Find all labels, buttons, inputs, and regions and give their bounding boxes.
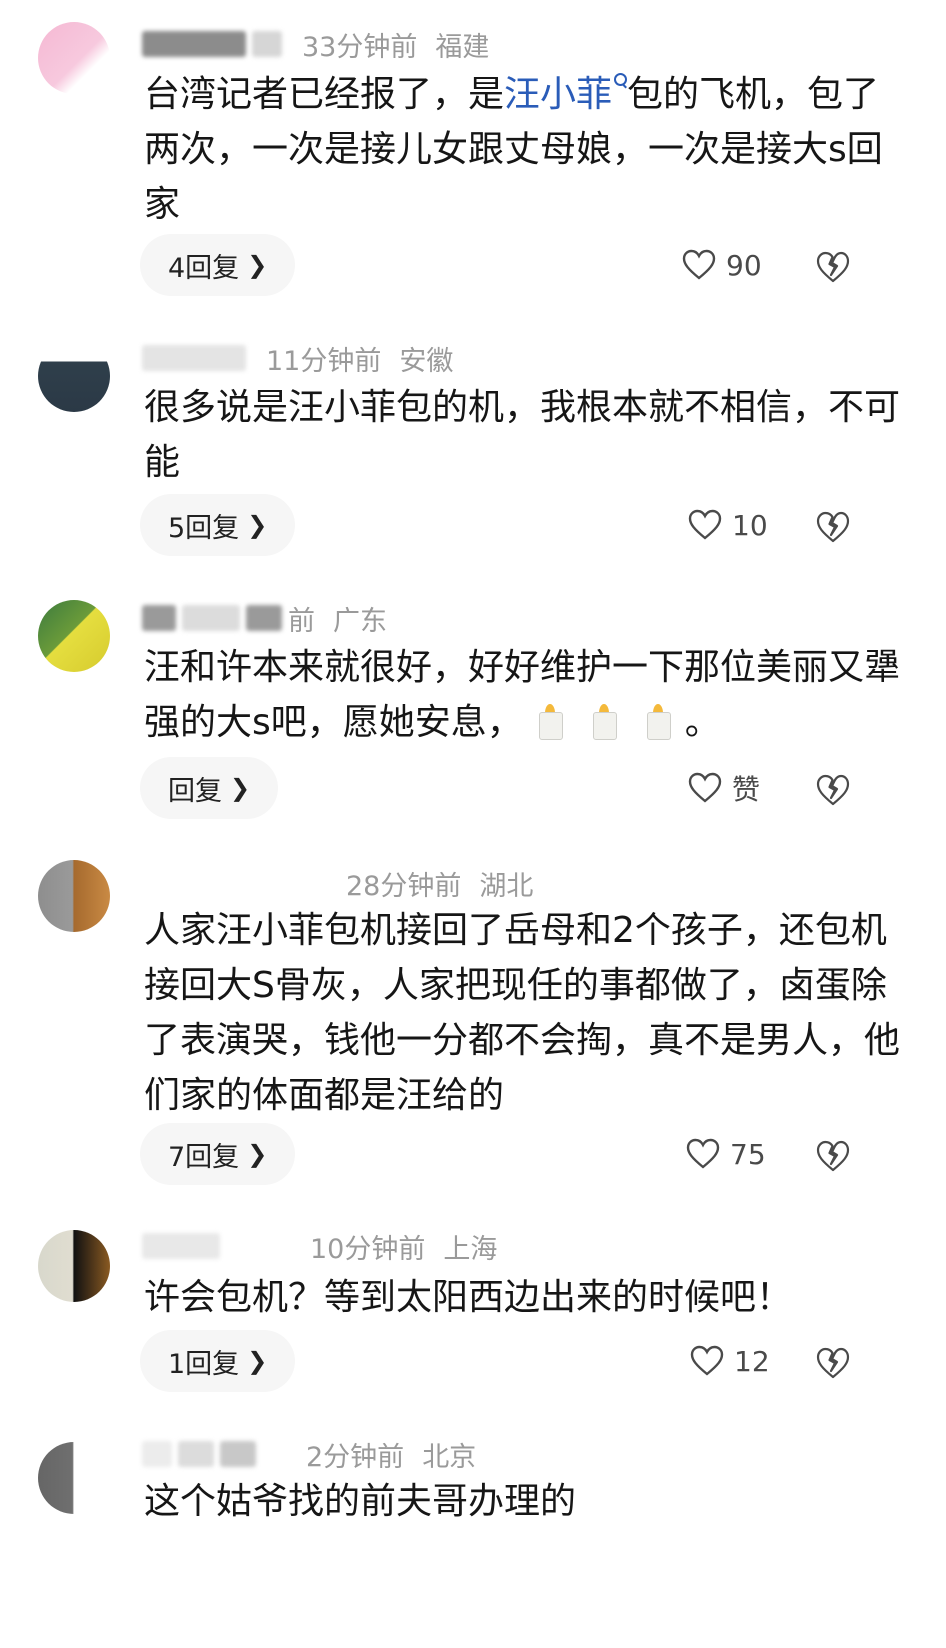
comment-meta: 28分钟前 湖北 [346, 865, 534, 902]
comment-region: 安徽 [399, 345, 454, 377]
heart-icon [690, 1345, 724, 1376]
comment-region: 福建 [435, 31, 490, 63]
like-count: 12 [734, 1344, 770, 1378]
reply-button[interactable]: 4回复 ❯ [140, 234, 296, 296]
comment-meta: 11分钟前 安徽 [142, 340, 454, 377]
username-blurred[interactable] [142, 1441, 172, 1467]
comment-meta: 10分钟前 上海 [142, 1228, 498, 1265]
like-count: 75 [730, 1137, 766, 1171]
comment-text: 台湾记者已经报了，是汪小菲 包的飞机，包了两次，一次是接儿女跟丈母娘，一次是接大s… [144, 67, 904, 232]
reply-label: 5回复 [168, 512, 240, 544]
reply-button[interactable]: 5回复 ❯ [140, 494, 296, 556]
search-icon [614, 73, 628, 86]
username-blurred[interactable] [182, 605, 240, 631]
reply-label: 7回复 [168, 1141, 240, 1173]
like-button[interactable]: 75 [686, 1131, 766, 1177]
username-blurred[interactable] [142, 605, 176, 631]
username-blurred[interactable] [220, 1441, 256, 1467]
like-count: 10 [732, 508, 768, 542]
like-count: 90 [726, 248, 762, 282]
reply-label: 回复 [168, 775, 222, 807]
comment-item: 11分钟前 安徽 很多说是汪小菲包的机，我根本就不相信，不可能 5回复 ❯ 10 [0, 330, 946, 580]
comment-item: 33分钟前 福建 台湾记者已经报了，是汪小菲 包的飞机，包了两次，一次是接儿女跟丈… [0, 0, 946, 320]
comment-region: 上海 [443, 1233, 498, 1265]
broken-heart-icon[interactable] [815, 1138, 851, 1174]
reply-label: 1回复 [168, 1348, 240, 1380]
search-link-label: 汪小菲 [504, 74, 613, 115]
heart-icon [688, 772, 722, 803]
comment-time: 11分钟前 [266, 345, 382, 377]
comment-text: 汪和许本来就很好，好好维护一下那位美丽又犟强的大s吧，愿她安息，。 [144, 640, 904, 750]
heart-icon [686, 1138, 720, 1169]
reply-label: 4回复 [168, 252, 240, 284]
avatar[interactable] [38, 860, 110, 932]
username-blurred[interactable] [252, 31, 282, 57]
comment-item: 2分钟前 北京 这个姑爷找的前夫哥办理的 [0, 1430, 946, 1648]
comment-item: 前 广东 汪和许本来就很好，好好维护一下那位美丽又犟强的大s吧，愿她安息，。 回… [0, 590, 946, 850]
avatar[interactable] [38, 1230, 110, 1302]
username-blurred[interactable] [142, 345, 246, 371]
reply-button[interactable]: 1回复 ❯ [140, 1330, 296, 1392]
chevron-right-icon: ❯ [247, 1140, 268, 1168]
avatar[interactable] [38, 1442, 110, 1514]
broken-heart-icon[interactable] [815, 1345, 851, 1381]
comment-meta: 前 广东 [142, 600, 387, 637]
comment-region: 北京 [422, 1441, 477, 1473]
chevron-right-icon: ❯ [230, 774, 251, 802]
broken-heart-icon[interactable] [815, 249, 851, 285]
username-blurred[interactable] [142, 1233, 220, 1259]
comment-time: 10分钟前 [310, 1233, 426, 1265]
broken-heart-icon[interactable] [815, 509, 851, 545]
username-blurred[interactable] [246, 605, 282, 631]
candle-icon [591, 704, 617, 740]
comment-region: 广东 [333, 605, 387, 637]
heart-icon [682, 249, 716, 280]
comment-text: 这个姑爷找的前夫哥办理的 [144, 1481, 577, 1522]
like-button[interactable]: 12 [690, 1338, 770, 1384]
avatar[interactable] [38, 340, 110, 412]
comment-text-part: 汪和许本来就很好，好好维护一下那位美丽又犟强的大s吧，愿她安息， [144, 647, 901, 743]
username-blurred[interactable] [178, 1441, 214, 1467]
avatar[interactable] [38, 600, 110, 672]
candle-icon [645, 704, 671, 740]
comment-time: 28分钟前 [346, 870, 462, 902]
reply-button[interactable]: 7回复 ❯ [140, 1123, 296, 1185]
comment-text-part: 。 [684, 702, 721, 743]
avatar[interactable] [38, 22, 110, 94]
chevron-right-icon: ❯ [247, 251, 268, 279]
heart-icon [688, 509, 722, 540]
broken-heart-icon[interactable] [815, 772, 851, 808]
comment-region: 湖北 [479, 870, 534, 902]
chevron-right-icon: ❯ [247, 511, 268, 539]
like-button[interactable]: 10 [688, 502, 768, 548]
comment-item: 28分钟前 湖北 人家汪小菲包机接回了岳母和2个孩子，还包机接回大S骨灰，人家把… [0, 860, 946, 1220]
reply-button[interactable]: 回复 ❯ [140, 757, 279, 819]
comment-time: 33分钟前 [302, 31, 418, 63]
comment-time: 2分钟前 [306, 1441, 405, 1473]
like-button[interactable]: 90 [682, 242, 762, 288]
comment-text-part: 台湾记者已经报了，是 [144, 74, 505, 115]
comment-text: 人家汪小菲包机接回了岳母和2个孩子，还包机接回大S骨灰，人家把现任的事都做了，卤… [144, 910, 901, 1116]
comment-meta: 33分钟前 福建 [142, 26, 490, 63]
comment-item: 10分钟前 上海 许会包机？等到太阳西边出来的时候吧！ 1回复 ❯ 12 [0, 1225, 946, 1425]
search-link[interactable]: 汪小菲 [504, 73, 628, 115]
username-blurred[interactable] [142, 31, 246, 57]
like-button[interactable]: 赞 [688, 765, 760, 811]
chevron-right-icon: ❯ [247, 1347, 268, 1375]
comment-text: 很多说是汪小菲包的机，我根本就不相信，不可能 [144, 387, 901, 483]
comment-meta: 2分钟前 北京 [142, 1436, 477, 1473]
comment-time: 前 [288, 605, 315, 637]
candle-icon [537, 704, 563, 740]
like-count: 赞 [732, 773, 761, 806]
comment-text: 许会包机？等到太阳西边出来的时候吧！ [144, 1277, 793, 1318]
